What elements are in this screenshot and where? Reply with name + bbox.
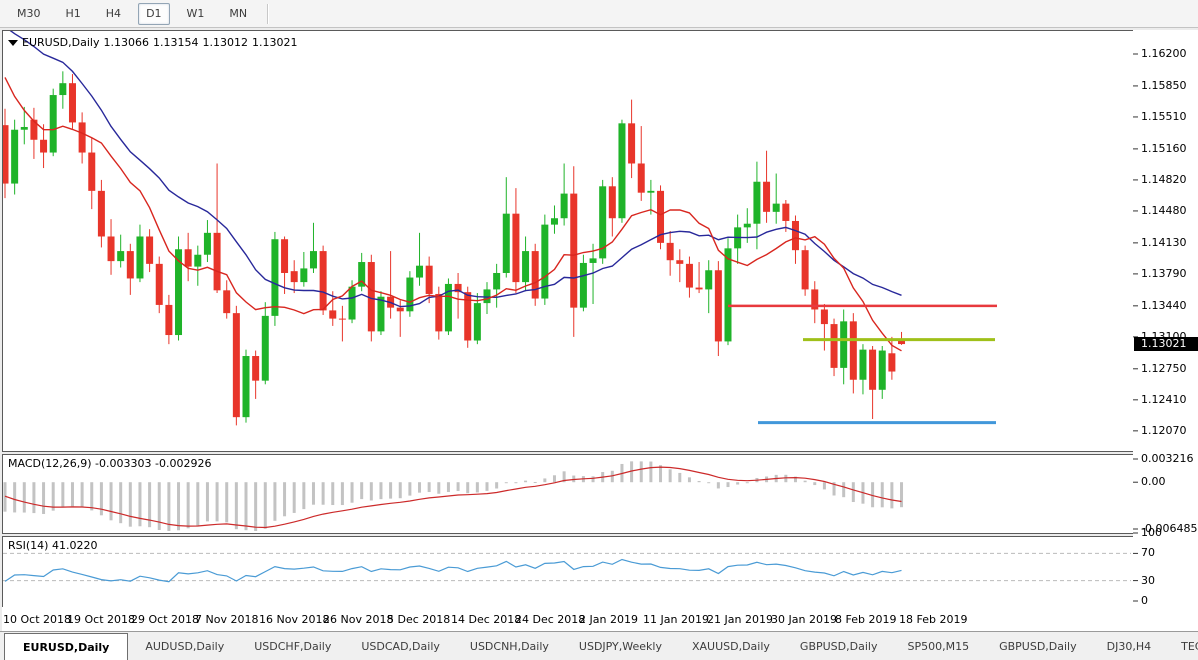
price-axis-label: 1.15510 <box>1141 110 1187 123</box>
rsi-axis-label: 0 <box>1141 594 1148 607</box>
rsi-indicator-panel[interactable] <box>2 536 1134 608</box>
timeframe-button-h4[interactable]: H4 <box>98 3 129 25</box>
current-price-box: 1.13021 <box>1134 337 1198 351</box>
date-axis-label: 8 Feb 2019 <box>835 613 896 626</box>
timeframe-button-d1[interactable]: D1 <box>138 3 169 25</box>
rsi-axis-label: 70 <box>1141 546 1155 559</box>
chart-tab-eurusd-daily[interactable]: EURUSD,Daily <box>4 633 128 660</box>
timeframe-button-mn[interactable]: MN <box>221 3 255 25</box>
date-axis-label: 2 Jan 2019 <box>579 613 638 626</box>
rsi-value: 41.0220 <box>52 539 98 552</box>
ohlc-close: 1.13021 <box>252 36 298 49</box>
rsi-label: RSI(14) 41.0220 <box>8 539 97 552</box>
chart-title: EURUSD,Daily 1.13066 1.131541.13012 1.13021 <box>8 36 301 49</box>
date-axis-label: 26 Nov 2018 <box>323 613 393 626</box>
chart-tab-usdjpy-weekly[interactable]: USDJPY,Weekly <box>564 632 677 660</box>
ohlc-low: 1.13012 <box>202 36 248 49</box>
price-axis-label: 1.15850 <box>1141 79 1187 92</box>
macd-name: MACD(12,26,9) <box>8 457 92 470</box>
ohlc-open: 1.13066 <box>103 36 149 49</box>
date-axis-label: 29 Oct 2018 <box>131 613 199 626</box>
macd-axis-label: 0.00 <box>1141 475 1166 488</box>
timeframe-button-w1[interactable]: W1 <box>179 3 213 25</box>
timeframe-toolbar: M30 H1 H4 D1 W1 MN <box>0 0 1198 28</box>
date-axis-label: 7 Nov 2018 <box>195 613 258 626</box>
chart-tab-gbpusd-daily[interactable]: GBPUSD,Daily <box>785 632 893 660</box>
chart-tab-dj30-h4[interactable]: DJ30,H4 <box>1092 632 1166 660</box>
date-axis-label: 24 Dec 2018 <box>515 613 585 626</box>
chart-tab-gbpusd-daily[interactable]: GBPUSD,Daily <box>984 632 1092 660</box>
price-axis-label: 1.16200 <box>1141 47 1187 60</box>
chart-symbol-label: EURUSD,Daily <box>22 36 99 49</box>
rsi-axis-label: 100 <box>1141 526 1162 539</box>
chart-tab-usdchf-daily[interactable]: USDCHF,Daily <box>239 632 346 660</box>
price-axis-label: 1.13440 <box>1141 299 1187 312</box>
price-axis-label: 1.12750 <box>1141 362 1187 375</box>
macd-label: MACD(12,26,9) -0.003303 -0.002926 <box>8 457 211 470</box>
chart-tab-usdcnh-daily[interactable]: USDCNH,Daily <box>455 632 564 660</box>
date-axis-label: 30 Jan 2019 <box>771 613 837 626</box>
toolbar-separator <box>267 4 269 24</box>
date-axis-label: 19 Oct 2018 <box>67 613 135 626</box>
terminal-window: M30 H1 H4 D1 W1 MN EURUSD,Daily 1.13066 1.13154… <box>0 0 1198 660</box>
date-axis-label: 16 Nov 2018 <box>259 613 329 626</box>
price-axis-label: 1.14820 <box>1141 173 1187 186</box>
price-axis-label: 1.14480 <box>1141 204 1187 217</box>
chart-tabs-bar: EURUSD,DailyAUDUSD,DailyUSDCHF,DailyUSDC… <box>0 631 1198 660</box>
date-axis-label: 21 Jan 2019 <box>707 613 773 626</box>
symbol-dropdown-icon[interactable] <box>8 40 18 46</box>
rsi-axis-label: 30 <box>1141 574 1155 587</box>
chart-tab-xauusd-daily[interactable]: XAUUSD,Daily <box>677 632 785 660</box>
chart-tab-tech100-[interactable]: TECH100, <box>1166 632 1198 660</box>
price-axis-label: 1.14130 <box>1141 236 1187 249</box>
price-axis-label: 1.12410 <box>1141 393 1187 406</box>
chart-tab-audusd-daily[interactable]: AUDUSD,Daily <box>130 632 239 660</box>
macd-values: -0.003303 -0.002926 <box>95 457 211 470</box>
date-axis-label: 18 Feb 2019 <box>899 613 967 626</box>
date-axis-label: 14 Dec 2018 <box>451 613 521 626</box>
price-chart-panel[interactable] <box>2 30 1134 452</box>
date-axis-label: 10 Oct 2018 <box>3 613 71 626</box>
price-axis-label: 1.13790 <box>1141 267 1187 280</box>
date-axis-label: 5 Dec 2018 <box>387 613 450 626</box>
date-axis-label: 11 Jan 2019 <box>643 613 709 626</box>
price-axis-label: 1.12070 <box>1141 424 1187 437</box>
ohlc-high: 1.13154 <box>153 36 199 49</box>
price-axis-label: 1.15160 <box>1141 142 1187 155</box>
chart-tab-sp500-m15[interactable]: SP500,M15 <box>892 632 984 660</box>
timeframe-button-m30[interactable]: M30 <box>9 3 49 25</box>
rsi-name: RSI(14) <box>8 539 48 552</box>
macd-axis-label: 0.003216 <box>1141 452 1194 465</box>
timeframe-button-h1[interactable]: H1 <box>58 3 89 25</box>
chart-tab-usdcad-daily[interactable]: USDCAD,Daily <box>346 632 455 660</box>
current-price-value: 1.13021 <box>1141 337 1187 350</box>
